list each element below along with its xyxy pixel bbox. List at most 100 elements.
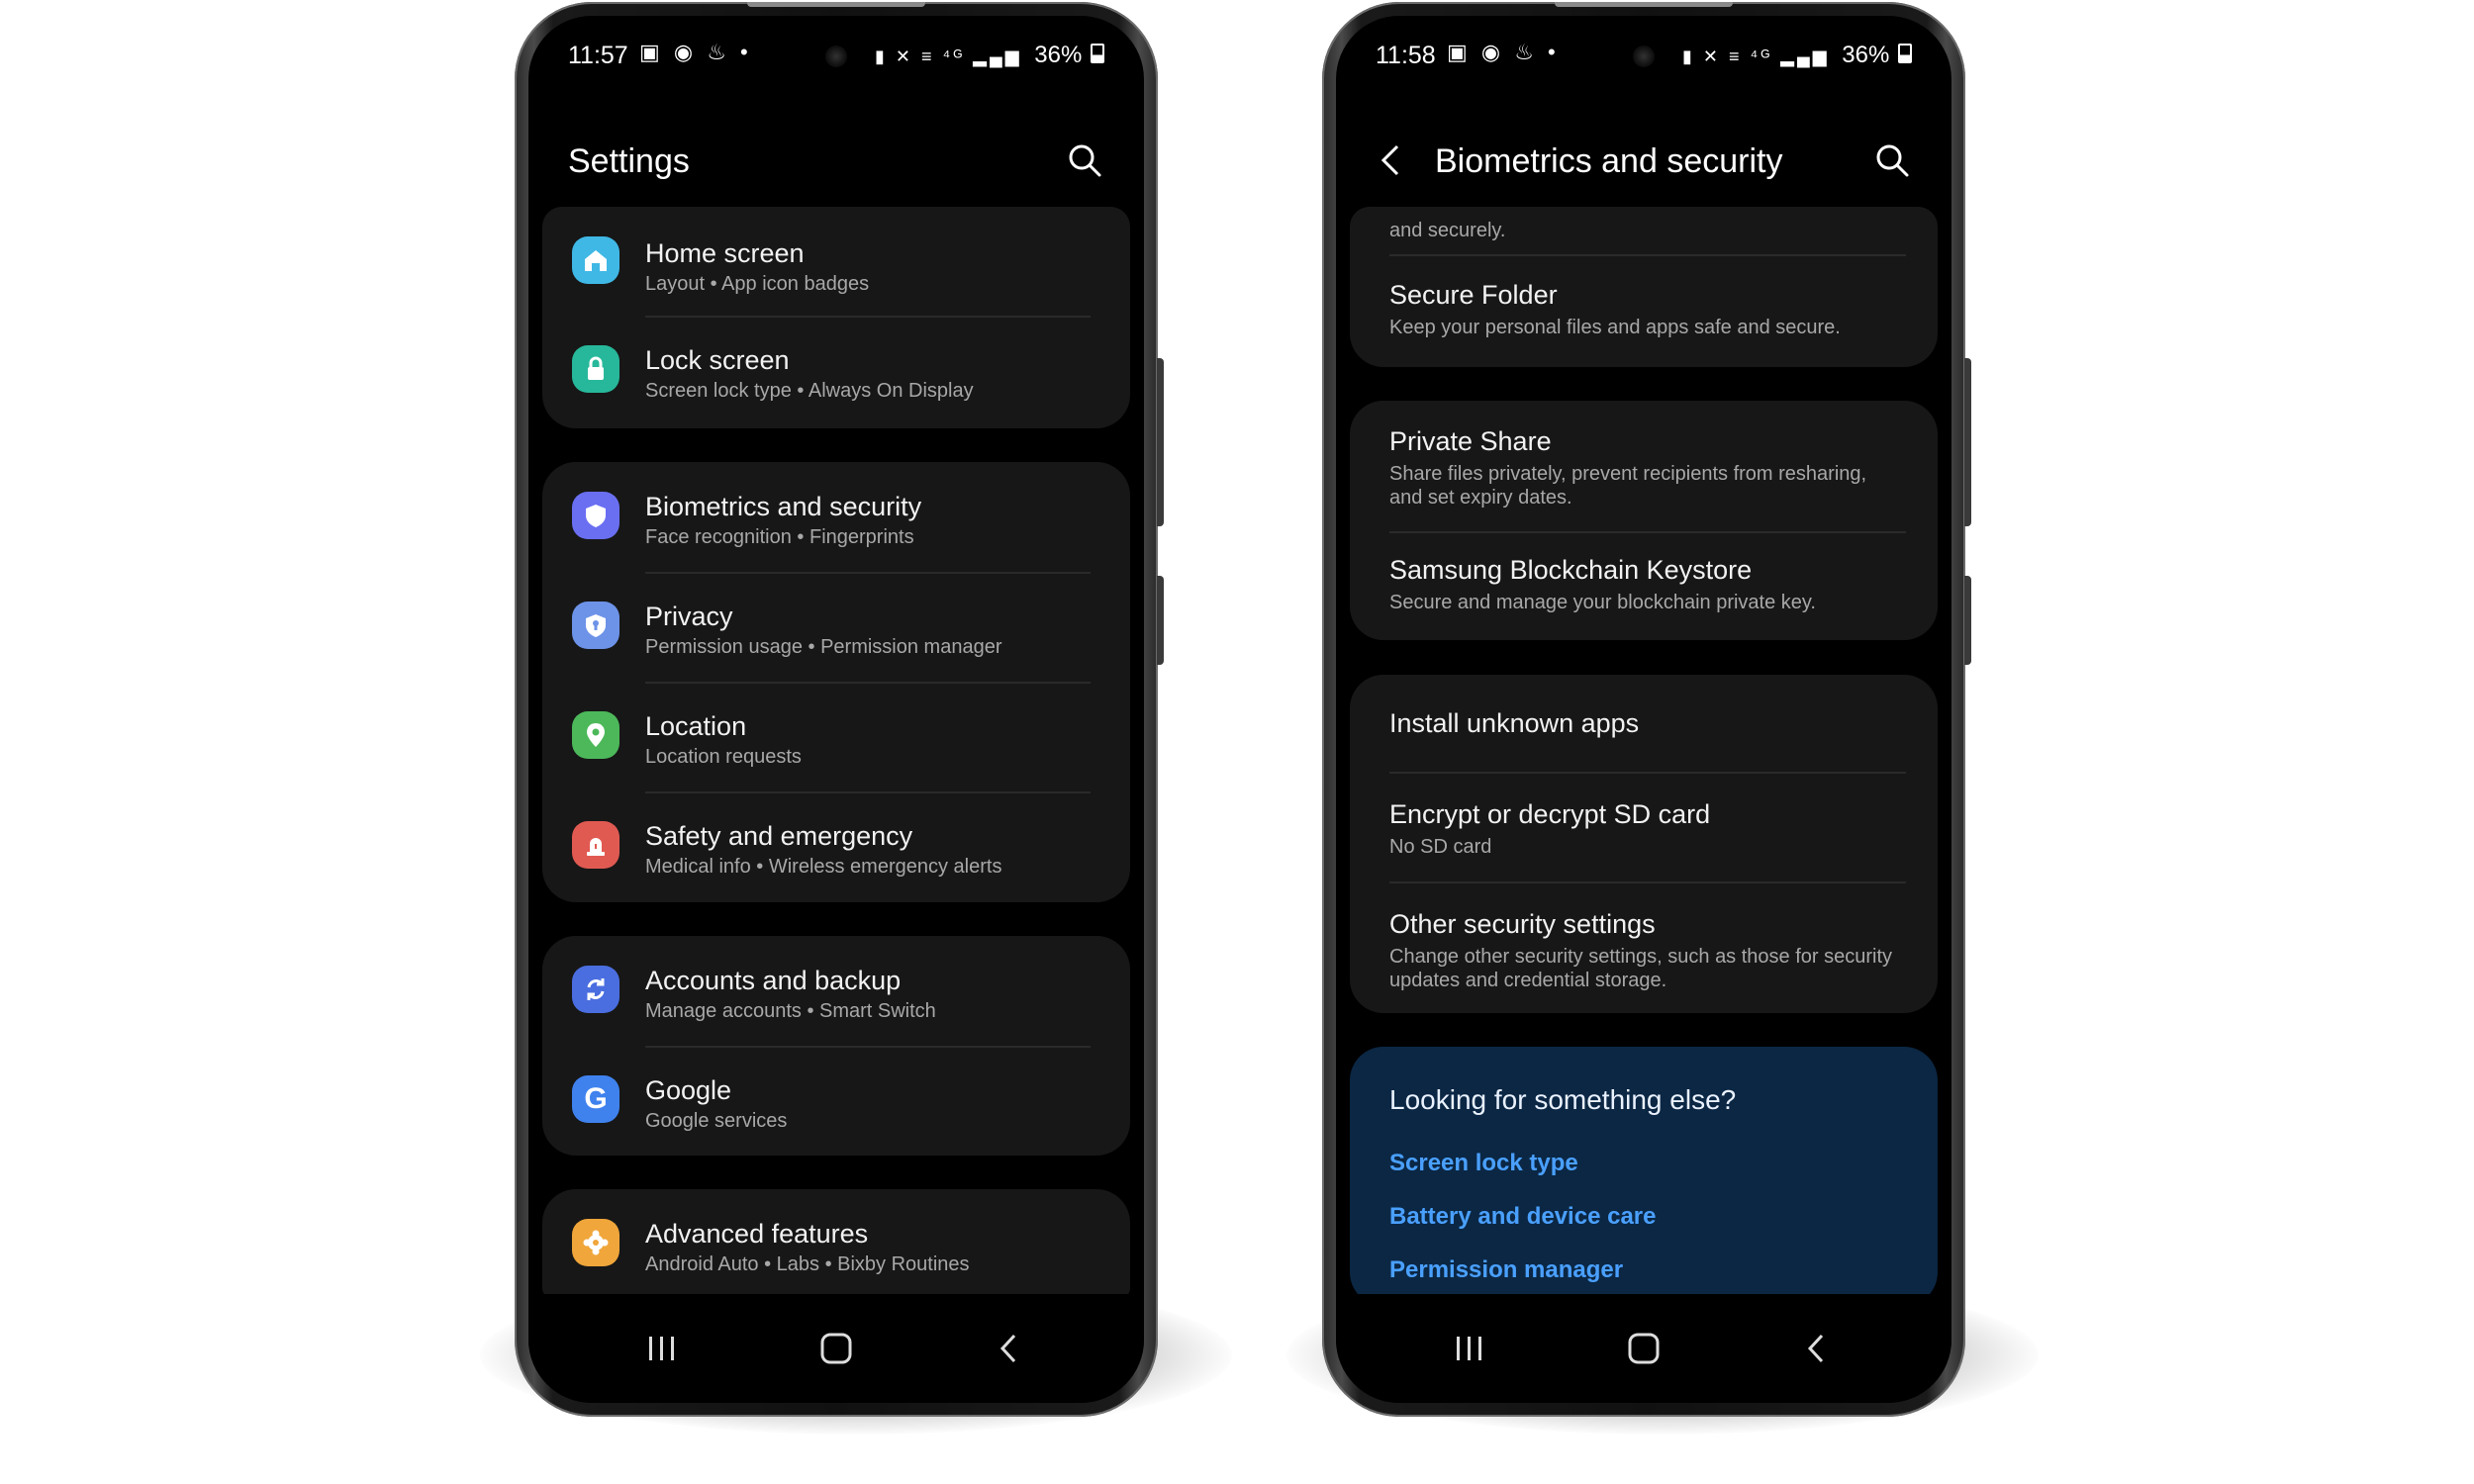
app-bar: Biometrics and security <box>1336 125 1951 194</box>
settings-item-private-share[interactable]: Private Share Share files privately, pre… <box>1350 401 1938 531</box>
item-subtitle: No SD card <box>1389 836 1492 858</box>
signal-icons: ▮ ✕ ≡ ⁴ᴳ ▂▄▆ <box>1682 46 1830 66</box>
power-button <box>1157 576 1164 665</box>
settings-group-display: Home screen Layout • App icon badges Loc… <box>542 207 1130 428</box>
location-pin-icon <box>572 711 619 759</box>
recents-icon[interactable] <box>632 1324 692 1373</box>
battery-icon <box>1091 44 1104 63</box>
settings-item-accounts[interactable]: Accounts and backup Manage accounts • Sm… <box>542 936 1130 1046</box>
front-camera <box>825 46 847 67</box>
sync-icon <box>572 966 619 1013</box>
item-label: Samsung Blockchain Keystore <box>1389 555 1753 585</box>
partial-item: and securely. <box>1350 207 1938 254</box>
battery-text: 36% <box>1842 42 1890 68</box>
google-g-icon: G <box>572 1075 619 1123</box>
settings-item-other-security[interactable]: Other security settings Change other sec… <box>1350 881 1938 1013</box>
item-subtitle: Manage accounts • Smart Switch <box>645 1000 936 1022</box>
status-right: ▮ ✕ ≡ ⁴ᴳ ▂▄▆ 36% <box>875 42 1104 69</box>
link-permission-manager[interactable]: Permission manager <box>1389 1256 1623 1284</box>
status-time: 11:57 <box>568 42 628 69</box>
phone-top-edge <box>1555 2 1733 7</box>
shield-icon <box>572 492 619 539</box>
settings-item-encrypt-sd[interactable]: Encrypt or decrypt SD card No SD card <box>1350 772 1938 881</box>
looking-for-something-else-card: Looking for something else? Screen lock … <box>1350 1047 1938 1306</box>
item-subtitle: Location requests <box>645 746 802 768</box>
volume-button <box>1157 358 1164 526</box>
settings-group-top-partial: and securely. Secure Folder Keep your pe… <box>1350 207 1938 367</box>
item-label: Advanced features <box>645 1219 869 1249</box>
app-bar: Settings <box>528 125 1144 194</box>
page-title: Settings <box>568 142 690 180</box>
item-label: Accounts and backup <box>645 966 902 995</box>
settings-item-secure-folder[interactable]: Secure Folder Keep your personal files a… <box>1350 254 1938 367</box>
settings-item-home-screen[interactable]: Home screen Layout • App icon badges <box>542 207 1130 316</box>
battery-icon <box>1898 44 1912 63</box>
lock-icon <box>572 345 619 393</box>
link-battery-device-care[interactable]: Battery and device care <box>1389 1203 1656 1231</box>
settings-item-biometrics[interactable]: Biometrics and security Face recognition… <box>542 462 1130 572</box>
item-subtitle: Android Auto • Labs • Bixby Routines <box>645 1253 970 1275</box>
settings-group-other: Install unknown apps Encrypt or decrypt … <box>1350 675 1938 1013</box>
item-subtitle: Permission usage • Permission manager <box>645 636 1002 658</box>
settings-item-lock-screen[interactable]: Lock screen Screen lock type • Always On… <box>542 316 1130 426</box>
back-nav-icon[interactable] <box>980 1324 1039 1373</box>
privacy-shield-icon <box>572 602 619 649</box>
item-label: Secure Folder <box>1389 280 1558 310</box>
item-label: Location <box>645 711 747 741</box>
screen: 11:58 ▣ ◉ ♨ • ▮ ✕ ≡ ⁴ᴳ ▂▄▆ 36% Biometric… <box>1336 16 1951 1403</box>
phone-settings: 11:57 ▣ ◉ ♨ • ▮ ✕ ≡ ⁴ᴳ ▂▄▆ 36% Settings … <box>515 2 1164 1417</box>
signal-icons: ▮ ✕ ≡ ⁴ᴳ ▂▄▆ <box>875 46 1022 66</box>
page-title: Biometrics and security <box>1435 142 1783 180</box>
home-nav-icon[interactable] <box>1614 1324 1673 1373</box>
item-subtitle: Medical info • Wireless emergency alerts <box>645 856 1002 878</box>
notification-icons: ▣ ◉ ♨ • <box>639 40 752 64</box>
settings-item-advanced[interactable]: Advanced features Android Auto • Labs • … <box>542 1189 1130 1298</box>
navigation-bar <box>1336 1294 1951 1403</box>
settings-item-safety[interactable]: Safety and emergency Medical info • Wire… <box>542 791 1130 902</box>
item-label: Install unknown apps <box>1389 708 1640 738</box>
back-arrow-icon[interactable] <box>1372 139 1411 182</box>
google-g-glyph: G <box>584 1082 608 1115</box>
navigation-bar <box>528 1294 1144 1403</box>
settings-item-install-unknown-apps[interactable]: Install unknown apps <box>1350 675 1938 772</box>
item-subtitle: Screen lock type • Always On Display <box>645 380 974 402</box>
item-subtitle: Google services <box>645 1110 788 1132</box>
item-subtitle: and securely. <box>1389 220 1506 241</box>
notification-icons: ▣ ◉ ♨ • <box>1447 40 1560 64</box>
item-subtitle: Secure and manage your blockchain privat… <box>1389 592 1816 613</box>
search-icon[interactable] <box>1065 140 1104 180</box>
back-nav-icon[interactable] <box>1787 1324 1847 1373</box>
item-label: Lock screen <box>645 345 790 375</box>
search-icon[interactable] <box>1872 140 1912 180</box>
phone-biometrics: 11:58 ▣ ◉ ♨ • ▮ ✕ ≡ ⁴ᴳ ▂▄▆ 36% Biometric… <box>1322 2 1971 1417</box>
item-label: Other security settings <box>1389 909 1656 939</box>
settings-item-privacy[interactable]: Privacy Permission usage • Permission ma… <box>542 572 1130 682</box>
item-label: Encrypt or decrypt SD card <box>1389 799 1711 829</box>
item-subtitle: Share files privately, prevent recipient… <box>1389 463 1867 509</box>
link-screen-lock-type[interactable]: Screen lock type <box>1389 1150 1578 1177</box>
screen: 11:57 ▣ ◉ ♨ • ▮ ✕ ≡ ⁴ᴳ ▂▄▆ 36% Settings … <box>528 16 1144 1403</box>
item-label: Privacy <box>645 602 733 631</box>
item-label: Private Share <box>1389 426 1552 456</box>
home-nav-icon[interactable] <box>807 1324 866 1373</box>
home-icon <box>572 236 619 284</box>
item-subtitle: Change other security settings, such as … <box>1389 946 1893 991</box>
settings-group-security: Biometrics and security Face recognition… <box>542 462 1130 902</box>
item-subtitle: Face recognition • Fingerprints <box>645 526 914 548</box>
item-subtitle: Layout • App icon badges <box>645 273 870 295</box>
settings-item-blockchain-keystore[interactable]: Samsung Blockchain Keystore Secure and m… <box>1350 531 1938 640</box>
recents-icon[interactable] <box>1440 1324 1499 1373</box>
item-subtitle: Keep your personal files and apps safe a… <box>1389 317 1841 338</box>
settings-item-location[interactable]: Location Location requests <box>542 682 1130 791</box>
item-label: Home screen <box>645 238 805 268</box>
siren-icon <box>572 821 619 869</box>
battery-text: 36% <box>1034 42 1083 68</box>
settings-group-advanced: Advanced features Android Auto • Labs • … <box>542 1189 1130 1298</box>
item-label: Safety and emergency <box>645 821 913 851</box>
item-label: Biometrics and security <box>645 492 922 521</box>
front-camera <box>1633 46 1655 67</box>
volume-button <box>1964 358 1971 526</box>
settings-item-google[interactable]: G Google Google services <box>542 1046 1130 1156</box>
settings-group-accounts: Accounts and backup Manage accounts • Sm… <box>542 936 1130 1156</box>
power-button <box>1964 576 1971 665</box>
